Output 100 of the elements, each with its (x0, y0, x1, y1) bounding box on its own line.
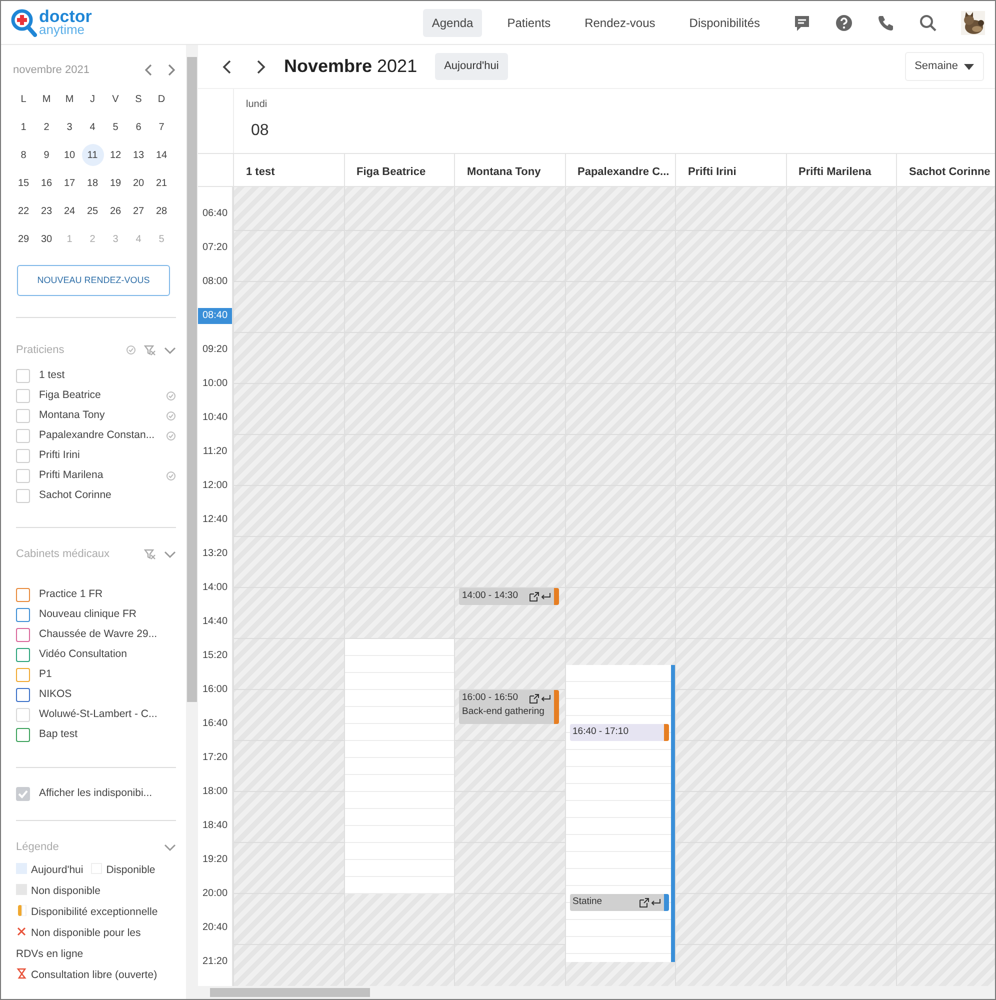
calendar-day[interactable]: 16 (36, 172, 58, 194)
logo-text: doctor (39, 10, 92, 24)
check-circle-icon[interactable] (126, 345, 136, 356)
calendar-day[interactable]: 21 (150, 172, 172, 194)
time-label: 14:00 (201, 581, 229, 596)
scrollbar-thumb[interactable] (210, 988, 370, 997)
nav-tab[interactable]: Agenda (422, 8, 482, 36)
checkbox[interactable] (16, 728, 30, 742)
calendar-day[interactable]: 2 (36, 116, 58, 138)
time-label: 17:20 (201, 751, 229, 766)
time-label: 12:40 (201, 513, 229, 528)
time-label: 19:20 (201, 853, 229, 868)
calendar-day[interactable]: 14 (150, 144, 172, 166)
calendar-day[interactable]: 11 (82, 144, 104, 166)
legend-label: Disponibilité exceptionnelle (31, 906, 158, 918)
practitioner-name: Papalexandre Constan... (39, 428, 156, 443)
nav-tab[interactable]: Disponibilités (680, 8, 769, 36)
calendar-day[interactable]: 1 (12, 116, 34, 138)
checkbox[interactable] (16, 648, 30, 662)
time-label: 21:20 (201, 955, 229, 970)
nav-tab[interactable]: Patients (498, 8, 560, 36)
time-label: 18:00 (201, 785, 229, 800)
phone-icon[interactable] (877, 14, 895, 32)
calendar-day[interactable]: 20 (128, 172, 150, 194)
calendar-day[interactable]: 6 (128, 116, 150, 138)
today-button[interactable]: Aujourd'hui (435, 53, 508, 80)
calendar-day[interactable]: 23 (36, 200, 58, 222)
time-label: 09:20 (201, 343, 229, 358)
weekday-label: J (90, 92, 95, 106)
calendar-day[interactable]: 5 (104, 116, 126, 138)
clinic-name: P1 (39, 667, 53, 682)
time-label: 11:20 (202, 445, 228, 460)
clinic-name: NIKOS (39, 687, 73, 702)
weekday-label: M (42, 92, 51, 106)
help-icon[interactable] (835, 14, 853, 32)
calendar-day[interactable]: 8 (12, 144, 34, 166)
chevron-down-icon[interactable] (164, 842, 176, 852)
chevron-down-icon[interactable] (164, 345, 176, 356)
clinic-name: Vidéo Consultation (39, 647, 128, 662)
calendar-day[interactable]: 17 (58, 172, 80, 194)
scrollbar-thumb[interactable] (187, 57, 197, 702)
search-icon[interactable] (919, 14, 937, 32)
calendar-day[interactable]: 9 (36, 144, 58, 166)
calendar-day[interactable]: 24 (58, 200, 80, 222)
calendar-day[interactable]: 27 (128, 200, 150, 222)
appointment-block[interactable]: 16:00 - 16:50 Back-end gathering (459, 690, 558, 724)
filter-clear-icon[interactable] (144, 344, 156, 356)
calendar-day[interactable]: 10 (58, 144, 80, 166)
filter-clear-icon[interactable] (144, 548, 156, 560)
legend-label: Disponible (106, 864, 156, 876)
month-heading: Novembre 2021 (284, 55, 418, 78)
chat-icon[interactable] (793, 14, 811, 32)
weekday-label: V (112, 92, 119, 106)
export-return-icon (639, 896, 661, 908)
calendar-day[interactable]: 29 (12, 228, 34, 250)
appointment-block[interactable]: 14:00 - 14:30 (459, 588, 558, 606)
logo-subtext: anytime (39, 24, 85, 36)
practitioner-name: Prifti Irini (39, 448, 81, 463)
column-header: Figa Beatrice (344, 154, 454, 186)
chevron-down-icon[interactable] (164, 548, 176, 559)
event-title: Back-end gathering (462, 705, 546, 720)
calendar-day[interactable]: 12 (104, 144, 126, 166)
column-header: 1 test (233, 154, 344, 186)
checkbox[interactable] (16, 588, 30, 602)
checkbox[interactable] (16, 688, 30, 702)
weekday-label: M (65, 92, 74, 106)
logo-icon (11, 8, 37, 36)
nav-tab[interactable]: Rendez-vous (576, 8, 664, 36)
chevron-left-icon (222, 60, 232, 74)
practitioner-name: Prifti Marilena (39, 468, 104, 483)
checkbox[interactable] (16, 668, 30, 682)
chevron-right-icon[interactable] (166, 64, 176, 76)
checkbox[interactable] (16, 608, 30, 622)
practitioner-name: 1 test (39, 368, 66, 383)
calendar-day[interactable]: 13 (128, 144, 150, 166)
calendar-day[interactable]: 15 (12, 172, 34, 194)
date-label: 08 (251, 121, 270, 141)
calendar-day[interactable]: 18 (82, 172, 104, 194)
clinic-name: Chaussée de Wavre 29... (39, 627, 158, 642)
calendar-day[interactable]: 28 (150, 200, 172, 222)
calendar-day[interactable]: 4 (82, 116, 104, 138)
weekday-label: S (135, 92, 142, 106)
calendar-day[interactable]: 19 (104, 172, 126, 194)
calendar-day[interactable]: 30 (36, 228, 58, 250)
calendar-day[interactable]: 22 (12, 200, 34, 222)
checkbox[interactable] (16, 628, 30, 642)
time-label: 20:00 (201, 887, 229, 902)
appointment-block[interactable]: Statine (570, 894, 669, 912)
new-appointment-button[interactable]: NOUVEAU RENDEZ-VOUS (17, 265, 170, 296)
clinic-name: Nouveau clinique FR (39, 607, 138, 622)
chevron-left-icon[interactable] (144, 64, 154, 76)
calendar-day[interactable]: 25 (82, 200, 104, 222)
time-label: 20:40 (201, 921, 229, 936)
view-dropdown[interactable]: Semaine (904, 52, 984, 81)
time-label: 16:00 (201, 683, 229, 698)
appointment-block[interactable]: 16:40 - 17:10 (570, 724, 669, 742)
calendar-day[interactable]: 26 (104, 200, 126, 222)
column-header: Prifti Irini (675, 154, 786, 186)
calendar-day[interactable]: 7 (150, 116, 172, 138)
calendar-day[interactable]: 3 (58, 116, 80, 138)
